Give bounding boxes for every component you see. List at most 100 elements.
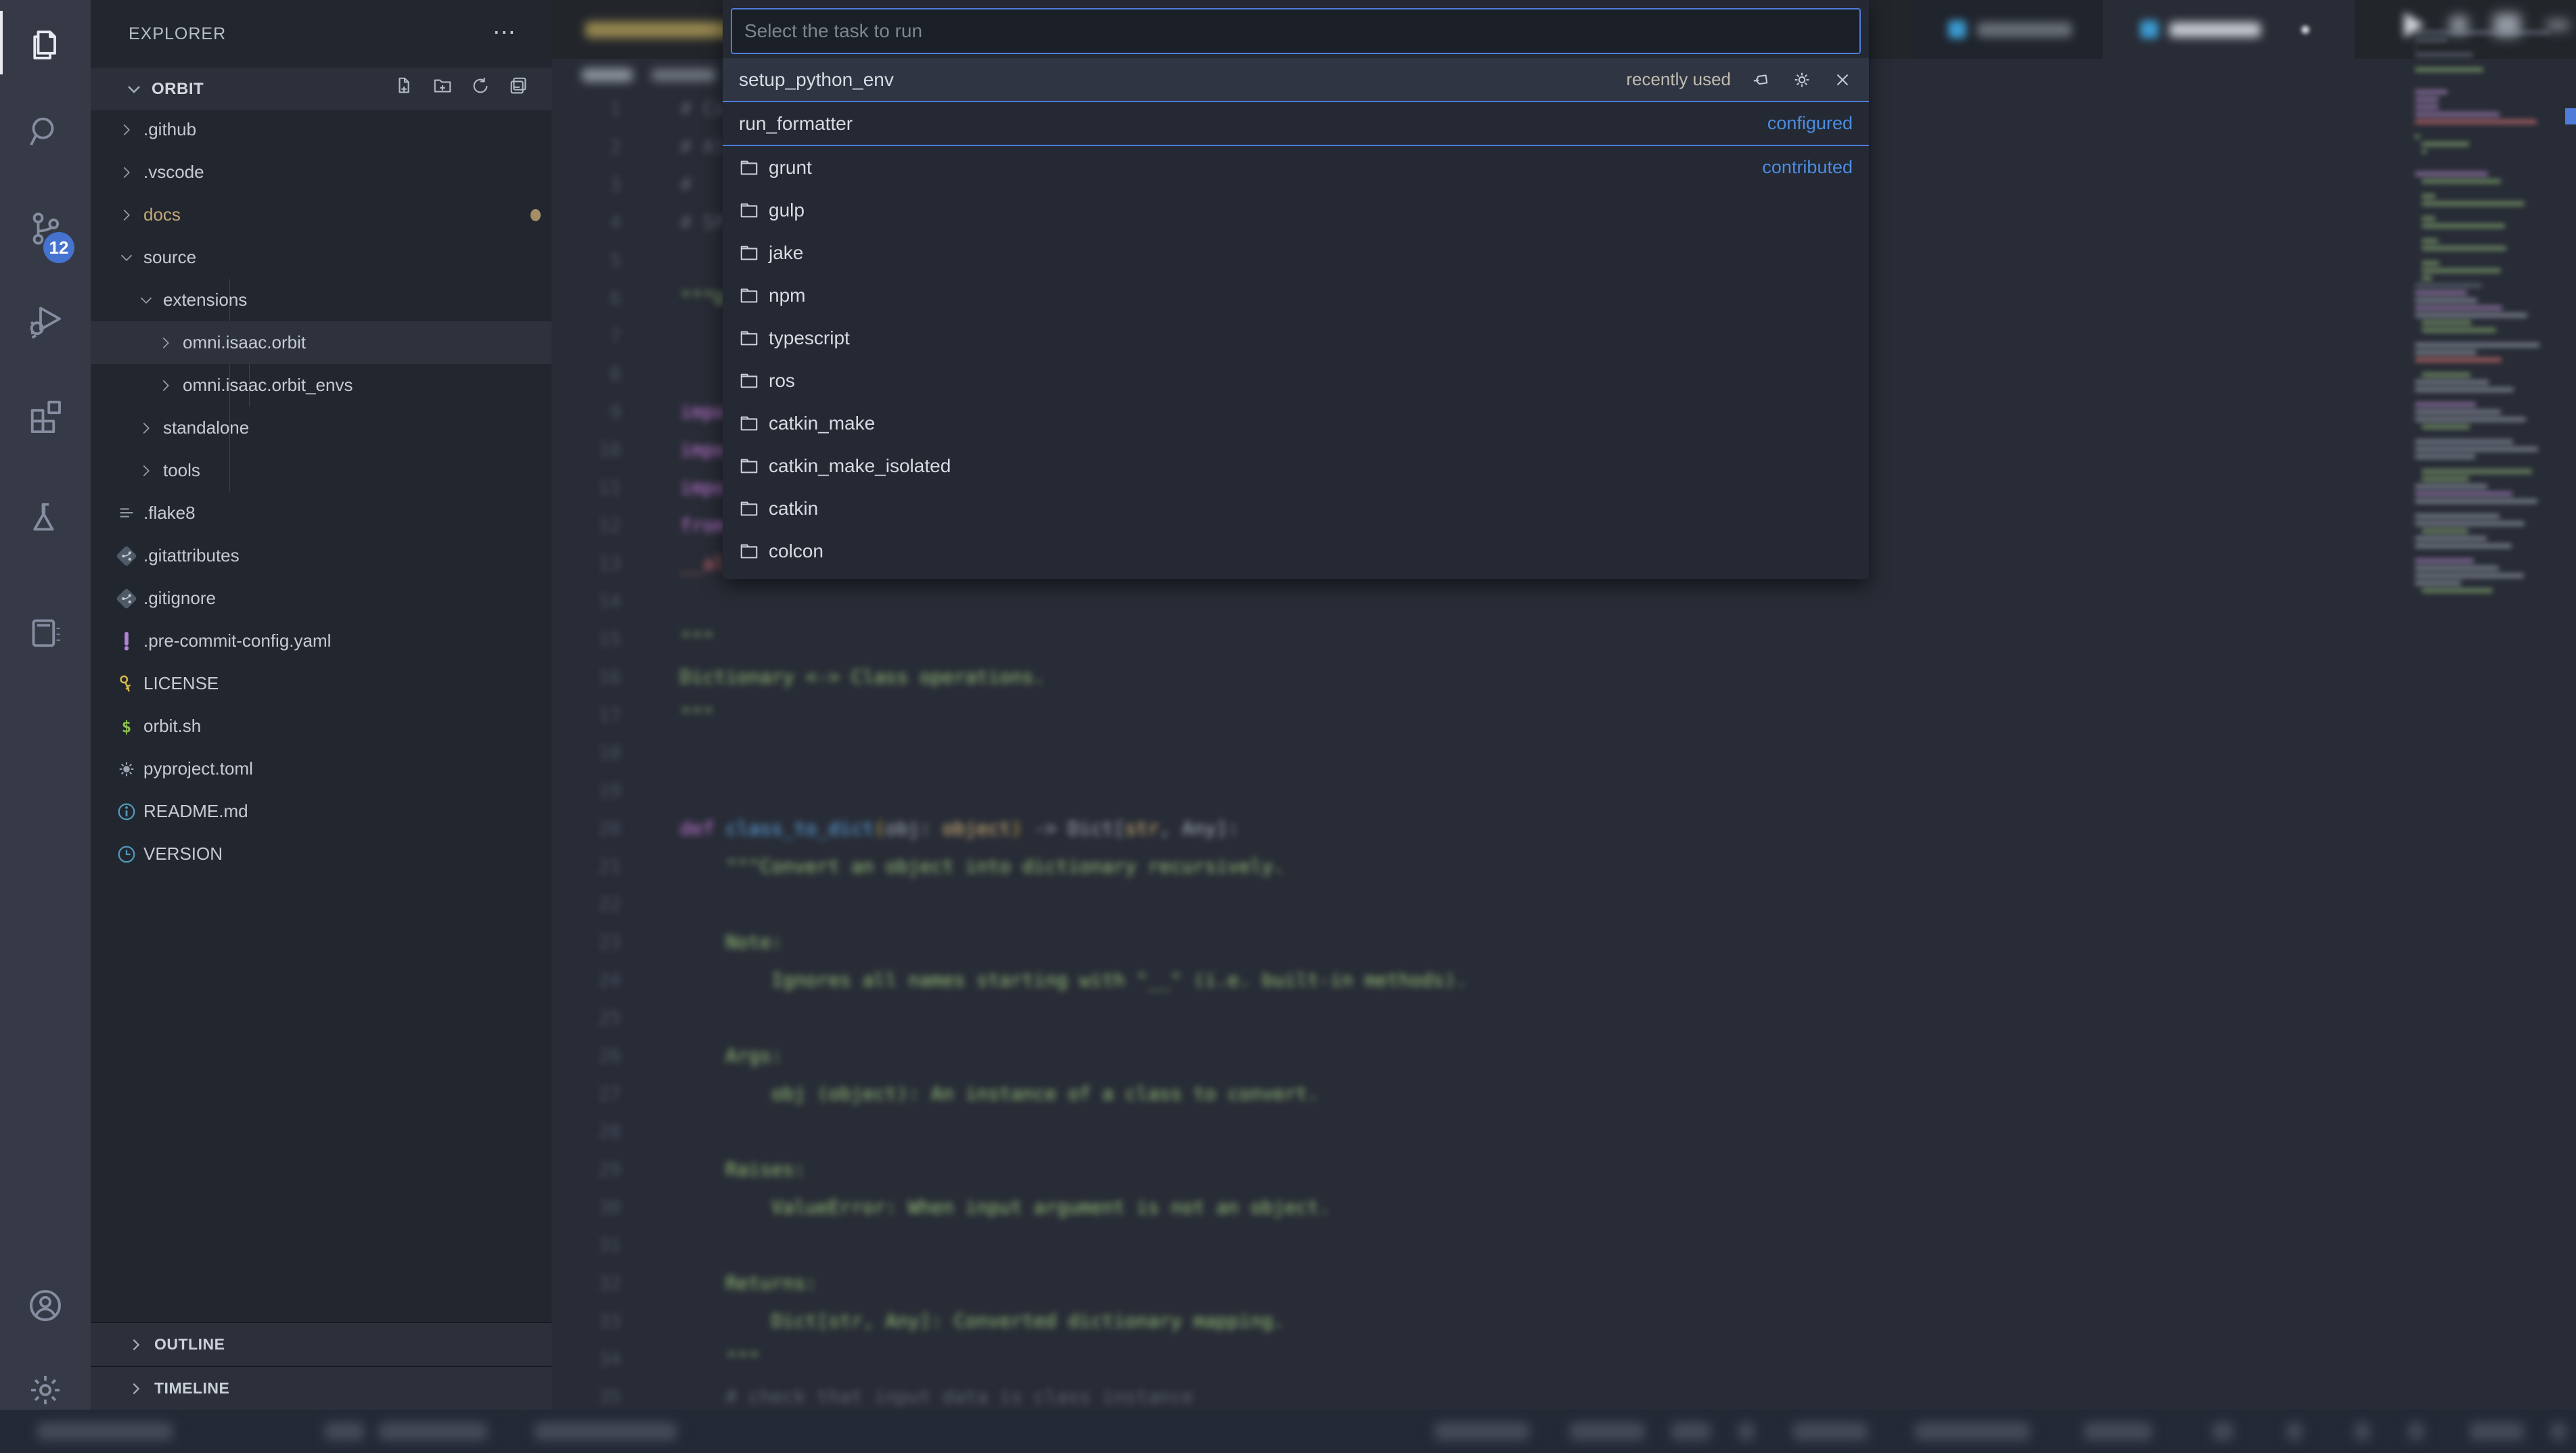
task-provider-badge[interactable]: contributed	[1762, 157, 1853, 178]
split-editor-icon[interactable]	[2493, 14, 2521, 37]
new-folder-icon[interactable]	[432, 76, 453, 96]
tree-item--flake8[interactable]: .flake8	[91, 492, 576, 534]
task-provider-badge[interactable]: configured	[1767, 113, 1853, 134]
tree-item-source[interactable]: source	[91, 236, 576, 279]
timeline-label: TIMELINE	[154, 1379, 229, 1398]
tab-init-py[interactable]	[1914, 0, 2103, 59]
task-label: gulp	[769, 200, 805, 221]
tree-item--gitattributes[interactable]: .gitattributes	[91, 534, 576, 577]
task-option-setup_python_env[interactable]: setup_python_envrecently used	[723, 58, 1869, 102]
tree-item-standalone[interactable]: standalone	[91, 407, 595, 449]
refresh-icon[interactable]	[470, 76, 491, 96]
debug-icon	[26, 301, 64, 339]
breadcrumb-segment	[582, 68, 633, 82]
gear-icon[interactable]	[1792, 70, 1812, 90]
status-bar-item-blurred[interactable]	[2084, 1423, 2152, 1440]
status-bar-item-blurred[interactable]	[1915, 1423, 2030, 1440]
task-option-grunt[interactable]: grunt contributed	[723, 146, 1869, 189]
activity-bar-run-debug[interactable]	[0, 283, 91, 357]
tree-item--gitignore[interactable]: .gitignore	[91, 577, 576, 620]
task-option-catkin_make_isolated[interactable]: catkin_make_isolated	[723, 444, 1869, 487]
more-actions-icon[interactable]	[2546, 21, 2569, 29]
status-bar-item-blurred[interactable]	[1739, 1423, 1754, 1440]
code-line: 23 Note:	[551, 923, 2412, 961]
tree-item-tools[interactable]: tools	[91, 449, 595, 492]
activity-bar-search[interactable]	[0, 95, 91, 169]
tree-item-orbit-sh[interactable]: $orbit.sh	[91, 705, 576, 747]
new-file-icon[interactable]	[394, 76, 415, 96]
chevron-right-icon	[115, 118, 138, 141]
outline-section-header[interactable]: OUTLINE	[91, 1322, 551, 1366]
modified-dot-badge[interactable]	[2301, 26, 2309, 34]
status-bar-item-blurred[interactable]	[2355, 1423, 2370, 1440]
minimap[interactable]	[2412, 30, 2564, 1045]
activity-bar-extensions[interactable]	[0, 377, 91, 451]
activity-bar-explorer[interactable]	[0, 5, 91, 80]
modified-dot-badge	[530, 209, 541, 221]
status-bar-item-blurred[interactable]	[1570, 1423, 1644, 1440]
task-option-jake[interactable]: jake	[723, 231, 1869, 274]
task-search-input[interactable]	[732, 20, 1859, 42]
timeline-section-header[interactable]: TIMELINE	[91, 1366, 551, 1410]
folder-icon	[739, 456, 759, 476]
status-bar-item-blurred[interactable]	[1671, 1423, 1711, 1440]
tree-item--vscode[interactable]: .vscode	[91, 151, 576, 193]
code-line: 28	[551, 1113, 2412, 1151]
status-bar-item-blurred[interactable]	[2409, 1423, 2424, 1440]
status-bar-item-blurred[interactable]	[1434, 1423, 1529, 1440]
status-bar-item-blurred[interactable]	[2213, 1423, 2233, 1440]
status-bar-item-blurred[interactable]	[2551, 1423, 2566, 1440]
activity-bar-source-control[interactable]: 12	[0, 191, 91, 266]
status-bar-item-blurred[interactable]	[37, 1423, 173, 1440]
tree-item-pyproject-toml[interactable]: pyproject.toml	[91, 747, 576, 790]
activity-bar-accounts[interactable]	[0, 1268, 91, 1343]
more-actions-icon[interactable]: ⋯	[493, 19, 518, 46]
tree-item-label: README.md	[143, 801, 248, 822]
activity-bar-testing[interactable]	[0, 480, 91, 555]
explorer-sidebar: EXPLORER ⋯ ORBIT .github.vscodedocssourc…	[91, 0, 551, 1453]
tree-item-license[interactable]: LICENSE	[91, 662, 576, 705]
status-bar-item-blurred[interactable]	[535, 1423, 677, 1440]
task-option-run_formatter[interactable]: run_formatterconfigured	[723, 102, 1869, 146]
project-name: ORBIT	[152, 80, 204, 99]
tree-item-version[interactable]: VERSION	[91, 833, 576, 875]
task-option-npm[interactable]: npm	[723, 274, 1869, 317]
activity-bar-notebook[interactable]	[0, 595, 91, 670]
tree-item-docs[interactable]: docs	[91, 193, 576, 236]
chevron-down-icon	[135, 289, 158, 312]
run-python-file-icon[interactable]	[2404, 12, 2424, 38]
task-label: grunt	[769, 157, 812, 179]
chevron-down-icon[interactable]	[2450, 16, 2468, 34]
collapse-all-icon[interactable]	[508, 76, 528, 96]
tree-item-extensions[interactable]: extensions	[91, 279, 595, 321]
tree-item-label: VERSION	[143, 844, 223, 864]
pin-icon[interactable]	[1751, 70, 1771, 90]
folder-icon	[739, 285, 759, 306]
task-option-catkin[interactable]: catkin	[723, 487, 1869, 530]
tree-item-label: pyproject.toml	[143, 758, 253, 779]
status-bar-item-blurred[interactable]	[1793, 1423, 1868, 1440]
close-icon[interactable]	[1832, 70, 1853, 90]
status-bar-item-blurred[interactable]	[2287, 1423, 2302, 1440]
orbit-section-header[interactable]: ORBIT	[91, 68, 551, 110]
status-bar[interactable]	[0, 1410, 2576, 1453]
tree-item-omni-isaac-orbit-envs[interactable]: omni.isaac.orbit_envs	[91, 364, 615, 407]
tab-dict-py[interactable]	[2103, 0, 2355, 59]
editor-actions[interactable]	[2404, 12, 2569, 38]
task-option-gulp[interactable]: gulp	[723, 189, 1869, 231]
scm-changes-badge: 12	[43, 232, 74, 263]
status-bar-item-blurred[interactable]	[2470, 1423, 2524, 1440]
tree-item--pre-commit-config-yaml[interactable]: .pre-commit-config.yaml	[91, 620, 576, 662]
tree-item-readme-md[interactable]: README.md	[91, 790, 576, 833]
code-line: 26 Args:	[551, 1037, 2412, 1075]
tree-item--github[interactable]: .github	[91, 108, 576, 151]
task-option-catkin_make[interactable]: catkin_make	[723, 402, 1869, 444]
task-label: colcon	[769, 540, 823, 562]
status-bar-item-blurred[interactable]	[325, 1423, 364, 1440]
code-line: 34 """	[551, 1340, 2412, 1378]
task-option-colcon[interactable]: colcon	[723, 530, 1869, 572]
task-option-typescript[interactable]: typescript	[723, 317, 1869, 359]
task-option-ros[interactable]: ros	[723, 359, 1869, 402]
tree-item-omni-isaac-orbit[interactable]: omni.isaac.orbit	[91, 321, 615, 364]
status-bar-item-blurred[interactable]	[379, 1423, 487, 1440]
